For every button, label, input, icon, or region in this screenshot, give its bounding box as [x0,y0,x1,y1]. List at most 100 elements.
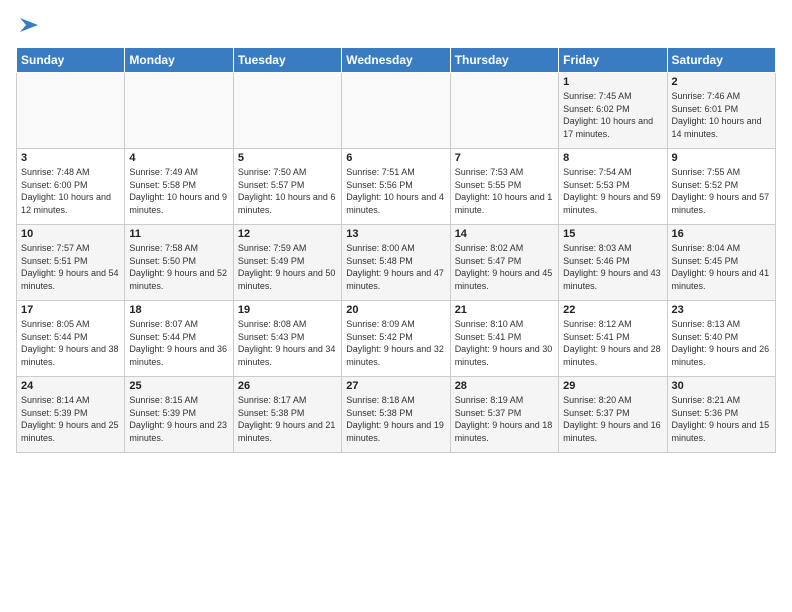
calendar-header-row: SundayMondayTuesdayWednesdayThursdayFrid… [17,48,776,73]
day-info: Sunrise: 7:54 AM Sunset: 5:53 PM Dayligh… [563,166,662,216]
day-header-tuesday: Tuesday [233,48,341,73]
day-info: Sunrise: 8:04 AM Sunset: 5:45 PM Dayligh… [672,242,771,292]
day-info: Sunrise: 8:09 AM Sunset: 5:42 PM Dayligh… [346,318,445,368]
calendar-cell: 21Sunrise: 8:10 AM Sunset: 5:41 PM Dayli… [450,301,558,377]
day-info: Sunrise: 8:05 AM Sunset: 5:44 PM Dayligh… [21,318,120,368]
day-info: Sunrise: 8:14 AM Sunset: 5:39 PM Dayligh… [21,394,120,444]
day-info: Sunrise: 8:21 AM Sunset: 5:36 PM Dayligh… [672,394,771,444]
day-header-sunday: Sunday [17,48,125,73]
day-header-monday: Monday [125,48,233,73]
week-row-5: 24 Sunrise: 8:14 AM Sunset: 5:39 PM Dayli… [17,377,776,453]
calendar-cell: 2 Sunrise: 7:46 AM Sunset: 6:01 PM Daylig… [667,73,775,149]
day-info: Sunrise: 7:51 AM Sunset: 5:56 PM Dayligh… [346,166,445,216]
day-info: Sunrise: 8:00 AM Sunset: 5:48 PM Dayligh… [346,242,445,292]
calendar-cell: 24 Sunrise: 8:14 AM Sunset: 5:39 PM Dayli… [17,377,125,453]
day-info: Sunrise: 7:49 AM Sunset: 5:58 PM Dayligh… [129,166,228,216]
day-number: 16 [672,228,771,240]
calendar-cell: 17 Sunrise: 8:05 AM Sunset: 5:44 PM Dayli… [17,301,125,377]
day-info: Sunrise: 8:20 AM Sunset: 5:37 PM Dayligh… [563,394,662,444]
day-number: 5 [238,152,337,164]
calendar-cell: 7 Sunrise: 7:53 AM Sunset: 5:55 PM Daylig… [450,149,558,225]
day-info: Sunrise: 8:02 AM Sunset: 5:47 PM Dayligh… [455,242,554,292]
calendar-cell [17,73,125,149]
calendar-cell [125,73,233,149]
day-info: Sunrise: 8:18 AM Sunset: 5:38 PM Dayligh… [346,394,445,444]
calendar-cell: 18 Sunrise: 8:07 AM Sunset: 5:44 PM Dayli… [125,301,233,377]
calendar-cell: 9 Sunrise: 7:55 AM Sunset: 5:52 PM Daylig… [667,149,775,225]
calendar-table: SundayMondayTuesdayWednesdayThursdayFrid… [16,47,776,453]
calendar-cell: 4 Sunrise: 7:49 AM Sunset: 5:58 PM Daylig… [125,149,233,225]
day-header-thursday: Thursday [450,48,558,73]
day-number: 13 [346,228,445,240]
day-info: Sunrise: 8:07 AM Sunset: 5:44 PM Dayligh… [129,318,228,368]
day-number: 18 [129,304,228,316]
main-container: SundayMondayTuesdayWednesdayThursdayFrid… [0,0,792,461]
calendar-cell: 22 Sunrise: 8:12 AM Sunset: 5:41 PM Dayli… [559,301,667,377]
day-number: 2 [672,76,771,88]
day-header-wednesday: Wednesday [342,48,450,73]
day-header-saturday: Saturday [667,48,775,73]
day-info: Sunrise: 7:57 AM Sunset: 5:51 PM Dayligh… [21,242,120,292]
day-info: Sunrise: 7:48 AM Sunset: 6:00 PM Dayligh… [21,166,120,216]
calendar-cell: 23Sunrise: 8:13 AM Sunset: 5:40 PM Dayli… [667,301,775,377]
calendar-cell: 13 Sunrise: 8:00 AM Sunset: 5:48 PM Dayli… [342,225,450,301]
day-number: 1 [563,76,662,88]
day-number: 28 [455,380,554,392]
day-number: 19 [238,304,337,316]
day-number: 8 [563,152,662,164]
day-number: 22 [563,304,662,316]
calendar-cell: 30 Sunrise: 8:21 AM Sunset: 5:36 PM Dayli… [667,377,775,453]
day-header-friday: Friday [559,48,667,73]
day-info: Sunrise: 7:46 AM Sunset: 6:01 PM Dayligh… [672,90,771,140]
calendar-cell: 12Sunrise: 7:59 AM Sunset: 5:49 PM Dayli… [233,225,341,301]
day-number: 4 [129,152,228,164]
calendar-cell: 16 Sunrise: 8:04 AM Sunset: 5:45 PM Dayli… [667,225,775,301]
day-number: 20 [346,304,445,316]
day-number: 27 [346,380,445,392]
calendar-cell: 10 Sunrise: 7:57 AM Sunset: 5:51 PM Dayli… [17,225,125,301]
calendar-cell: 8 Sunrise: 7:54 AM Sunset: 5:53 PM Daylig… [559,149,667,225]
day-number: 9 [672,152,771,164]
week-row-4: 17 Sunrise: 8:05 AM Sunset: 5:44 PM Dayli… [17,301,776,377]
calendar-cell [342,73,450,149]
week-row-2: 3 Sunrise: 7:48 AM Sunset: 6:00 PM Daylig… [17,149,776,225]
day-info: Sunrise: 8:19 AM Sunset: 5:37 PM Dayligh… [455,394,554,444]
day-number: 7 [455,152,554,164]
calendar-cell: 28 Sunrise: 8:19 AM Sunset: 5:37 PM Dayli… [450,377,558,453]
calendar-cell [450,73,558,149]
day-info: Sunrise: 7:53 AM Sunset: 5:55 PM Dayligh… [455,166,554,216]
day-info: Sunrise: 8:12 AM Sunset: 5:41 PM Dayligh… [563,318,662,368]
calendar-cell: 27 Sunrise: 8:18 AM Sunset: 5:38 PM Dayli… [342,377,450,453]
day-info: Sunrise: 7:58 AM Sunset: 5:50 PM Dayligh… [129,242,228,292]
calendar-cell: 29Sunrise: 8:20 AM Sunset: 5:37 PM Dayli… [559,377,667,453]
calendar-cell: 5 Sunrise: 7:50 AM Sunset: 5:57 PM Daylig… [233,149,341,225]
day-info: Sunrise: 7:50 AM Sunset: 5:57 PM Dayligh… [238,166,337,216]
day-info: Sunrise: 7:55 AM Sunset: 5:52 PM Dayligh… [672,166,771,216]
header [16,10,776,41]
day-info: Sunrise: 8:15 AM Sunset: 5:39 PM Dayligh… [129,394,228,444]
day-number: 14 [455,228,554,240]
day-number: 21 [455,304,554,316]
day-number: 17 [21,304,120,316]
calendar-cell: 14 Sunrise: 8:02 AM Sunset: 5:47 PM Dayli… [450,225,558,301]
week-row-3: 10 Sunrise: 7:57 AM Sunset: 5:51 PM Dayli… [17,225,776,301]
week-row-1: 1Sunrise: 7:45 AM Sunset: 6:02 PM Daylig… [17,73,776,149]
day-number: 30 [672,380,771,392]
calendar-cell: 15Sunrise: 8:03 AM Sunset: 5:46 PM Dayli… [559,225,667,301]
day-number: 10 [21,228,120,240]
day-info: Sunrise: 8:17 AM Sunset: 5:38 PM Dayligh… [238,394,337,444]
day-info: Sunrise: 8:08 AM Sunset: 5:43 PM Dayligh… [238,318,337,368]
day-info: Sunrise: 8:13 AM Sunset: 5:40 PM Dayligh… [672,318,771,368]
logo [16,14,40,41]
day-number: 24 [21,380,120,392]
logo-general-line [16,14,40,41]
day-number: 12 [238,228,337,240]
logo-text-block [16,14,40,41]
calendar-cell: 20 Sunrise: 8:09 AM Sunset: 5:42 PM Dayli… [342,301,450,377]
day-number: 11 [129,228,228,240]
calendar-cell: 25Sunrise: 8:15 AM Sunset: 5:39 PM Dayli… [125,377,233,453]
day-info: Sunrise: 8:03 AM Sunset: 5:46 PM Dayligh… [563,242,662,292]
day-number: 3 [21,152,120,164]
calendar-cell: 26Sunrise: 8:17 AM Sunset: 5:38 PM Dayli… [233,377,341,453]
day-number: 6 [346,152,445,164]
